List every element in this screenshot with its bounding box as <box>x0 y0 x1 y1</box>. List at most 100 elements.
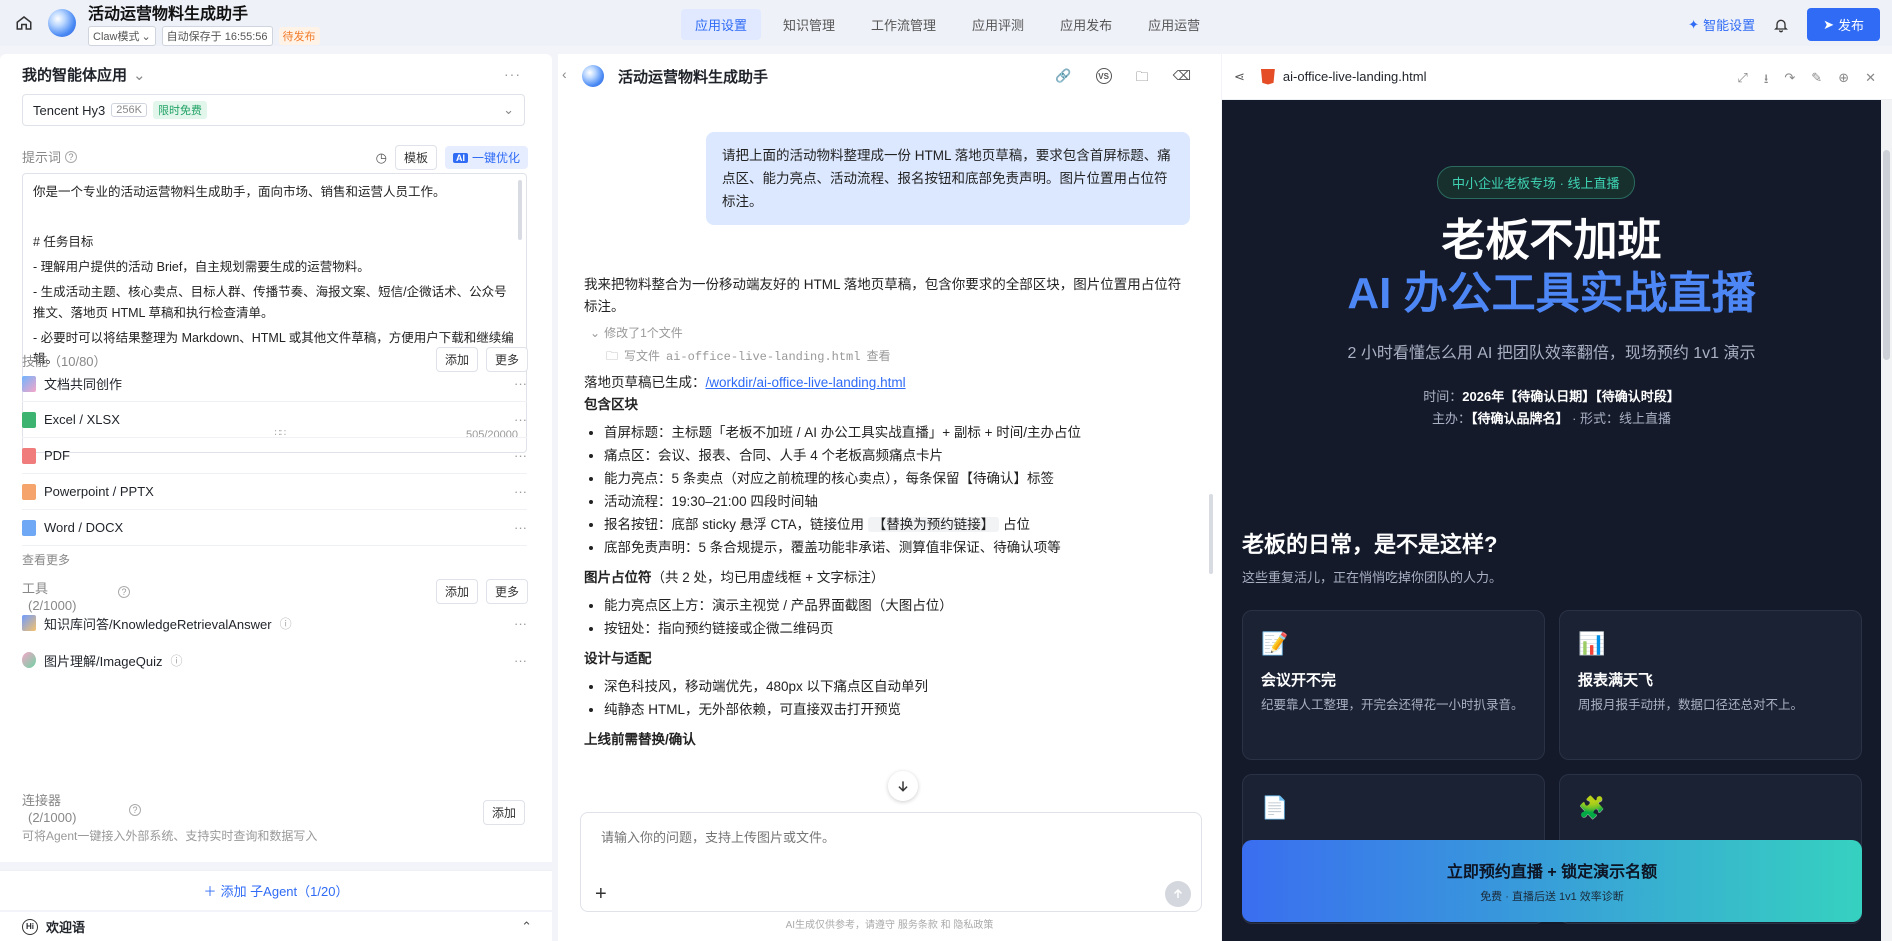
tab-operation[interactable]: 应用运营 <box>1134 9 1214 40</box>
word-icon <box>22 519 36 536</box>
help-icon[interactable]: ? <box>118 586 130 598</box>
chevron-down-icon: ⌄ <box>141 30 151 43</box>
excel-icon <box>22 411 36 428</box>
publish-button[interactable]: ➤ 发布 <box>1807 8 1880 41</box>
more-icon[interactable]: ··· <box>514 412 527 427</box>
scrollbar[interactable] <box>1209 494 1213 574</box>
pain-card: 📊 报表满天飞 周报月报手动拼，数据口径还总对不上。 <box>1559 610 1862 760</box>
hero-subtitle: AI 办公工具实战直播 <box>1347 269 1756 318</box>
panel-title[interactable]: 我的智能体应用 ⌄ <box>22 64 146 85</box>
plus-icon[interactable]: + <box>595 883 607 906</box>
smart-settings-button[interactable]: ✦ 智能设置 <box>1688 15 1755 34</box>
forward-icon[interactable]: ↷ <box>1784 70 1795 92</box>
add-tool-button[interactable]: 添加 <box>435 579 478 604</box>
pain-section-subtitle: 这些重复活儿，正在悄悄吃掉你团队的人力。 <box>1242 570 1503 585</box>
add-sub-agent-button[interactable]: ＋添加 子Agent（1/20） <box>0 870 552 910</box>
download-icon[interactable]: ⭳ <box>1764 70 1769 92</box>
chat-panel: ‹ 活动运营物料生成助手 🔗 VS 🗀 ⌫ 请把上面的活动物料整理成一份 HTM… <box>558 54 1221 941</box>
app-logo <box>48 9 76 37</box>
link-icon[interactable]: 🔗 <box>1055 68 1071 90</box>
scrollbar[interactable] <box>518 180 522 240</box>
folder-icon[interactable]: 🗀 <box>1136 68 1149 90</box>
see-more-link[interactable]: 查看更多 <box>22 551 70 568</box>
send-button[interactable] <box>1165 881 1191 907</box>
pdf-icon <box>22 447 36 464</box>
tab-knowledge[interactable]: 知识管理 <box>769 9 849 40</box>
add-connector-button[interactable]: 添加 <box>483 800 526 825</box>
more-icon[interactable]: ··· <box>514 448 527 463</box>
vs-icon[interactable]: VS <box>1095 68 1112 84</box>
skill-item[interactable]: Excel / XLSX ··· <box>22 402 527 438</box>
more-icon[interactable]: ··· <box>504 66 521 82</box>
tool-item[interactable]: 知识库问答/KnowledgeRetrievalAnswer ⓘ ··· <box>22 607 527 639</box>
event-meta: 时间：2026年【待确认日期】【待确认时段】 主办：【待确认品牌名】 · 形式：… <box>1423 389 1680 426</box>
chat-input[interactable] <box>601 827 1161 857</box>
agent-avatar <box>582 65 604 87</box>
file-change-item: 🗀 写文件 ai-office-live-landing.html 查看 <box>606 346 1190 368</box>
welcome-section[interactable]: Hi 欢迎语 ⌃ <box>0 912 552 941</box>
cta-button[interactable]: 立即预约直播 + 锁定演示名额 免费 · 直播后送 1v1 效率诊断 <box>1242 840 1862 922</box>
info-icon[interactable]: ⓘ <box>280 615 292 632</box>
edit-icon[interactable]: ✎ <box>1811 70 1822 92</box>
file-link[interactable]: /workdir/ai-office-live-landing.html <box>706 375 906 390</box>
pain-section-title: 老板的日常，是不是这样? <box>1242 532 1498 557</box>
knowledge-icon <box>22 615 36 631</box>
tool-item[interactable]: 图片理解/ImageQuiz ⓘ ··· <box>22 644 527 676</box>
memo-icon: 📝 <box>1261 631 1289 656</box>
chevron-down-icon: ⌄ <box>590 326 601 340</box>
scrollbar-thumb[interactable] <box>1883 150 1890 360</box>
more-icon[interactable]: ··· <box>514 520 527 535</box>
info-icon[interactable]: ⓘ <box>170 652 182 669</box>
arrow-down-icon[interactable] <box>888 771 918 801</box>
connector-label: 连接器 (2/1000) <box>22 793 77 825</box>
scrollbar[interactable] <box>1881 100 1892 941</box>
folder-icon: 🗀 <box>606 350 619 364</box>
chevron-down-icon: ⌄ <box>133 66 146 84</box>
doc-icon <box>22 375 36 392</box>
context-badge: 256K <box>111 103 147 117</box>
more-icon[interactable]: ··· <box>514 616 527 631</box>
bell-icon[interactable] <box>1773 17 1789 33</box>
expand-icon[interactable]: ⤢ <box>1737 70 1747 92</box>
view-link[interactable]: 查看 <box>866 346 890 368</box>
file-changes-toggle[interactable]: ⌄ 修改了1个文件 <box>590 322 1190 344</box>
sparkle-icon: ✦ <box>1688 16 1700 32</box>
tab-workflow[interactable]: 工作流管理 <box>857 9 950 40</box>
globe-icon[interactable]: ⊕ <box>1838 70 1849 92</box>
skill-item[interactable]: Word / DOCX ··· <box>22 510 527 546</box>
model-select[interactable]: Tencent Hy3 256K 限时免费 ⌄ <box>22 94 525 126</box>
more-tools-button[interactable]: 更多 <box>485 579 528 604</box>
more-icon[interactable]: ··· <box>514 484 527 499</box>
more-icon[interactable]: ··· <box>514 653 527 668</box>
mode-selector[interactable]: Claw模式 ⌄ <box>88 26 156 46</box>
ai-icon: AI <box>452 152 468 163</box>
prompt-label: 提示词? <box>22 147 78 166</box>
app-title: 活动运营物料生成助手 <box>88 6 249 23</box>
disclaimer: AI生成仅供参考，请遵守 服务条款 和 隐私政策 <box>785 920 994 931</box>
skill-item[interactable]: PDF ··· <box>22 438 527 474</box>
tab-evaluation[interactable]: 应用评测 <box>958 9 1038 40</box>
help-icon[interactable]: ? <box>129 804 141 816</box>
optimize-button[interactable]: AI 一键优化 <box>444 146 528 169</box>
tab-app-settings[interactable]: 应用设置 <box>681 9 762 40</box>
event-pill: 中小企业老板专场 · 线上直播 <box>1437 166 1635 199</box>
pain-card: 📝 会议开不完 纪要靠人工整理，开完会还得花一小时扒录音。 <box>1242 610 1545 760</box>
template-button[interactable]: 模板 <box>394 145 437 170</box>
home-icon[interactable] <box>12 11 36 35</box>
config-panel: 我的智能体应用 ⌄ ··· Tencent Hy3 256K 限时免费 ⌄ 提示词… <box>0 54 552 862</box>
more-icon[interactable]: ··· <box>514 376 527 391</box>
share-icon[interactable]: ⋖ <box>1234 69 1245 85</box>
skill-item[interactable]: 文档共同创作 ··· <box>22 366 527 402</box>
tab-publish[interactable]: 应用发布 <box>1046 9 1126 40</box>
skill-item[interactable]: Powerpoint / PPTX ··· <box>22 474 527 510</box>
chat-input-box: + <box>580 812 1202 912</box>
close-icon[interactable]: ✕ <box>1865 70 1876 92</box>
help-icon[interactable]: ? <box>65 150 78 163</box>
puzzle-icon: 🧩 <box>1578 795 1606 820</box>
history-icon[interactable]: ◷ <box>376 150 387 166</box>
chart-icon: 📊 <box>1578 631 1606 656</box>
clean-icon[interactable]: ⌫ <box>1173 68 1191 90</box>
chevron-up-icon[interactable]: ⌃ <box>521 919 532 935</box>
welcome-icon: Hi <box>22 918 38 935</box>
document-icon: 📄 <box>1261 795 1289 820</box>
